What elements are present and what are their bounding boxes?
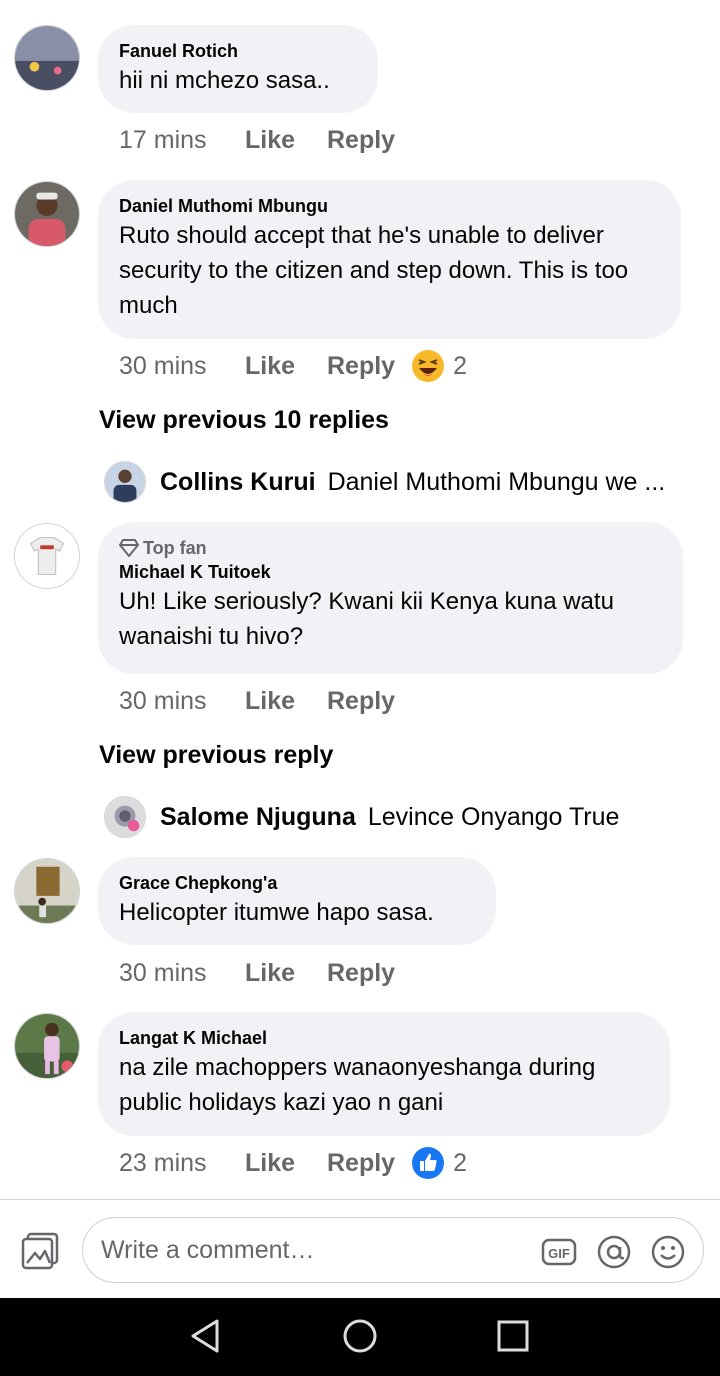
view-previous-replies-link[interactable]: View previous 10 replies [99, 406, 389, 435]
reaction-count: 2 [453, 351, 467, 380]
comment-actions: 30 mins Like Reply [119, 684, 395, 718]
comment-bubble: Langat K Michael na zile machoppers wana… [98, 1012, 670, 1136]
reaction-summary[interactable]: 2 [411, 1146, 467, 1180]
comment-time[interactable]: 30 mins [119, 687, 245, 716]
comment-actions: 17 mins Like Reply [119, 123, 395, 157]
reply-button[interactable]: Reply [327, 959, 395, 988]
badge-label: Top fan [143, 538, 207, 558]
comment-input-placeholder: Write a comment… [101, 1235, 315, 1264]
reply-button[interactable]: Reply [327, 687, 395, 716]
comment-text: Helicopter itumwe hapo sasa. [119, 899, 434, 926]
comment-author[interactable]: Michael K Tuitoek [119, 560, 661, 584]
comment-author[interactable]: Grace Chepkong'a [119, 871, 474, 895]
reply-button[interactable]: Reply [327, 126, 395, 155]
like-button[interactable]: Like [245, 687, 327, 716]
comment-bubble: Fanuel Rotich hii ni mchezo sasa.. [98, 25, 378, 113]
reply-button[interactable]: Reply [327, 1149, 395, 1178]
avatar[interactable] [14, 858, 80, 924]
comment-author[interactable]: Daniel Muthomi Mbungu [119, 194, 659, 218]
comment-text: Uh! Like seriously? Kwani kii Kenya kuna… [119, 588, 614, 650]
reply-text: Levince Onyango True [367, 802, 620, 831]
reply-preview[interactable]: Salome Njuguna Levince Onyango True [104, 796, 619, 838]
comment-text: Ruto should accept that he's unable to d… [119, 222, 629, 319]
back-icon[interactable] [188, 1318, 224, 1354]
reply-preview[interactable]: Collins Kurui Daniel Muthomi Mbungu we .… [104, 461, 665, 503]
like-button[interactable]: Like [245, 959, 327, 988]
reply-author[interactable]: Collins Kurui [160, 468, 316, 497]
view-previous-reply-link[interactable]: View previous reply [99, 741, 333, 770]
comment-time[interactable]: 23 mins [119, 1149, 245, 1178]
gallery-icon[interactable] [20, 1231, 60, 1271]
reply-button[interactable]: Reply [327, 352, 395, 381]
comment-time[interactable]: 30 mins [119, 352, 245, 381]
comment-input[interactable]: Write a comment… GIF [82, 1217, 704, 1283]
comment-actions: 23 mins Like Reply 2 [119, 1146, 467, 1180]
comment-author[interactable]: Langat K Michael [119, 1026, 648, 1050]
comment-bubble: Grace Chepkong'a Helicopter itumwe hapo … [98, 857, 496, 945]
comment-text: na zile machoppers wanaonyeshanga during… [119, 1054, 596, 1116]
home-icon[interactable] [342, 1318, 378, 1354]
reply-author[interactable]: Salome Njuguna [160, 803, 356, 832]
emoji-icon[interactable] [650, 1234, 686, 1270]
comment-actions: 30 mins Like Reply 2 [119, 349, 467, 383]
diamond-icon [119, 539, 139, 557]
reaction-summary[interactable]: 2 [411, 349, 467, 383]
like-button[interactable]: Like [245, 352, 327, 381]
comment-bubble: Top fan Michael K Tuitoek Uh! Like serio… [98, 522, 683, 674]
top-fan-badge: Top fan [119, 536, 661, 560]
gif-icon[interactable]: GIF [541, 1234, 577, 1270]
comment-text: hii ni mchezo sasa.. [119, 67, 330, 94]
like-button[interactable]: Like [245, 126, 327, 155]
reply-text: Daniel Muthomi Mbungu we ... [327, 467, 666, 496]
system-navigation-bar [0, 1298, 720, 1376]
laugh-emoji-icon [412, 350, 445, 382]
divider [0, 1199, 720, 1200]
recents-icon[interactable] [495, 1318, 531, 1354]
comment-actions: 30 mins Like Reply [119, 956, 395, 990]
avatar[interactable] [14, 181, 80, 247]
avatar[interactable] [14, 25, 80, 91]
avatar[interactable] [14, 1013, 80, 1079]
svg-text:GIF: GIF [548, 1246, 570, 1261]
like-button[interactable]: Like [245, 1149, 327, 1178]
avatar[interactable] [14, 523, 80, 589]
comment-bubble: Daniel Muthomi Mbungu Ruto should accept… [98, 180, 681, 339]
comment-time[interactable]: 30 mins [119, 959, 245, 988]
comment-time[interactable]: 17 mins [119, 126, 245, 155]
reaction-count: 2 [453, 1148, 467, 1177]
thumbs-up-icon [412, 1147, 445, 1179]
comment-author[interactable]: Fanuel Rotich [119, 39, 356, 63]
mention-icon[interactable] [596, 1234, 632, 1270]
